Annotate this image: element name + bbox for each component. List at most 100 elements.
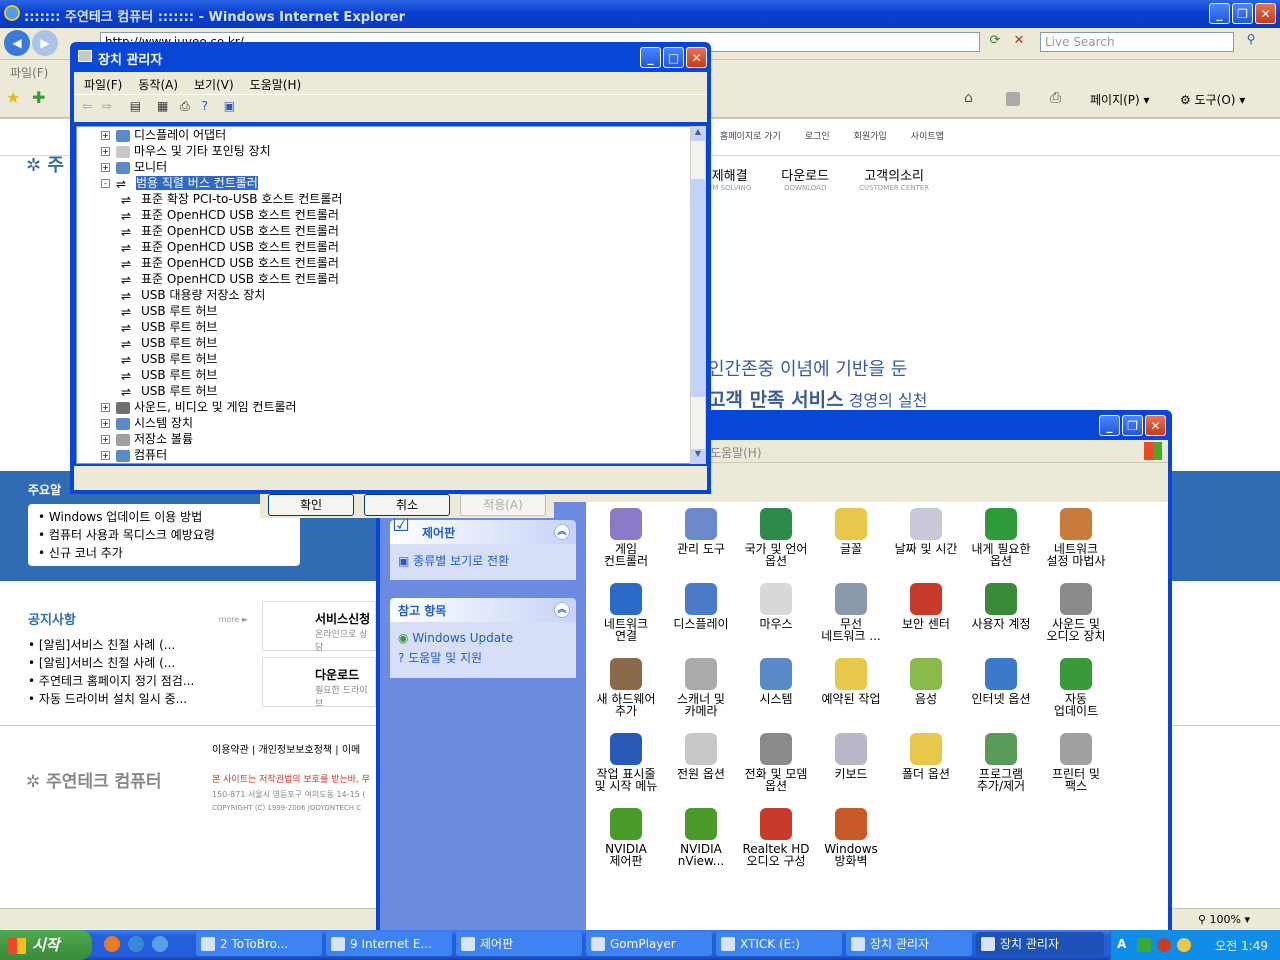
cp-item[interactable]: 디스플레이 [663, 583, 739, 630]
add-favorite-icon[interactable]: ✚ [32, 88, 45, 107]
start-button[interactable]: 시작 [0, 930, 92, 960]
cp-item[interactable]: 전화 및 모뎀 옵션 [738, 733, 814, 792]
cp-minimize-button[interactable]: _ [1099, 415, 1120, 436]
cp-item[interactable]: 전원 옵션 [663, 733, 739, 780]
taskbar-button[interactable]: 제어판 [456, 932, 582, 956]
tools-menu[interactable]: ⚙ 도구(O) ▾ [1180, 91, 1245, 108]
expand-toggle-icon[interactable]: - [101, 179, 110, 188]
cp-item[interactable]: NVIDIA nView... [663, 808, 739, 867]
taskbar-button[interactable]: 장치 관리자 [976, 932, 1104, 956]
cp-item[interactable]: 사용자 계정 [963, 583, 1039, 630]
expand-toggle-icon[interactable]: + [101, 147, 110, 156]
device-tree-item[interactable]: ⇌ USB 루트 허브 [101, 335, 690, 351]
print-icon[interactable]: ⎙ [1050, 90, 1061, 106]
cancel-button[interactable]: 취소 [364, 494, 450, 516]
taskbar-button[interactable]: GomPlayer [586, 932, 712, 956]
collapse-icon[interactable]: ︽ [554, 602, 570, 618]
expand-toggle-icon[interactable]: + [101, 163, 110, 172]
dm-menu-action[interactable]: 동작(A) [138, 78, 178, 92]
device-tree-item[interactable]: +키보드 [101, 463, 690, 464]
ie-title-bar[interactable]: ::::::: 주연테크 컴퓨터 ::::::: - Windows Inter… [0, 0, 1280, 28]
cp-item[interactable]: 글꼴 [813, 508, 889, 555]
taskbar-button[interactable]: 9 Internet E... [326, 932, 452, 956]
cp-item[interactable]: 내게 필요한 옵션 [963, 508, 1039, 567]
cp-item[interactable]: 키보드 [813, 733, 889, 780]
windows-update-link[interactable]: ◉ Windows Update [398, 628, 568, 648]
tree-view-icon[interactable]: ▤ [130, 99, 141, 113]
ie-quicklaunch-icon[interactable] [128, 936, 144, 952]
taskbar-button[interactable]: 장치 관리자 [846, 932, 972, 956]
dm-menu-file[interactable]: 파일(F) [84, 78, 122, 92]
search-input[interactable]: Live Search [1040, 32, 1234, 52]
expand-toggle-icon[interactable]: + [101, 419, 110, 428]
forward-icon[interactable]: ▶ [32, 30, 58, 56]
security-tray-icon[interactable] [1157, 938, 1171, 952]
device-tree-item[interactable]: + 마우스 및 기타 포인팅 장치 [101, 143, 690, 159]
device-tree-item[interactable]: ⇌ USB 루트 허브 [101, 319, 690, 335]
printer-icon[interactable]: ⎙ [180, 99, 190, 113]
cp-item[interactable]: 예약된 작업 [813, 658, 889, 705]
cp-item[interactable]: 네트워크 연결 [588, 583, 664, 642]
expand-toggle-icon[interactable]: + [101, 435, 110, 444]
back-icon[interactable]: ◀ [4, 30, 30, 56]
dm-minimize-button[interactable]: _ [640, 47, 661, 68]
cp-item[interactable]: 게임 컨트롤러 [588, 508, 664, 567]
device-tree-item[interactable]: ⇌ USB 대용량 저장소 장치 [101, 287, 690, 303]
cp-close-button[interactable]: ✕ [1145, 415, 1166, 436]
language-indicator[interactable]: A [1117, 937, 1126, 951]
taskbar-button[interactable]: 2 ToToBro... [196, 932, 322, 956]
taskbar-button[interactable]: XTICK (E:) [716, 932, 842, 956]
expand-toggle-icon[interactable]: + [101, 451, 110, 460]
firefox-quicklaunch-icon[interactable] [104, 936, 120, 952]
cp-item[interactable]: 마우스 [738, 583, 814, 630]
back-arrow-icon[interactable]: ⇦ [82, 99, 92, 113]
device-tree-item[interactable]: ⇌ 표준 OpenHCD USB 호스트 컨트롤러 [101, 207, 690, 223]
collapse-icon[interactable]: ︽ [554, 524, 570, 540]
device-tree-item[interactable]: - ⇌ 범용 직렬 버스 컨트롤러 [101, 175, 690, 191]
menu-file[interactable]: 파일(F) [10, 64, 48, 81]
cp-item[interactable]: 자동 업데이트 [1038, 658, 1114, 717]
device-tree-item[interactable]: ⇌ USB 루트 허브 [101, 351, 690, 367]
network-tray-icon[interactable] [1137, 938, 1151, 952]
cp-item[interactable]: 국가 및 언어 옵션 [738, 508, 814, 567]
device-tree-item[interactable]: + 디스플레이 어댑터 [101, 127, 690, 143]
apply-button[interactable]: 적용(A) [460, 494, 546, 516]
service-apply-banner[interactable]: 서비스신청 온라인으로 상담 [262, 601, 376, 653]
device-tree-item[interactable]: ⇌ 표준 OpenHCD USB 호스트 컨트롤러 [101, 255, 690, 271]
restore-button[interactable]: ❐ [1232, 3, 1253, 24]
home-icon[interactable]: ⌂ [964, 90, 973, 106]
switch-view-link[interactable]: ▣ 종류별 보기로 전환 [390, 544, 576, 580]
device-tree-item[interactable]: ⇌ USB 루트 허브 [101, 367, 690, 383]
scroll-thumb[interactable] [691, 179, 705, 397]
forward-arrow-icon[interactable]: ⇨ [102, 99, 112, 113]
cp-item[interactable]: 네트워크 설정 마법사 [1038, 508, 1114, 567]
cp-item[interactable]: 프린터 및 팩스 [1038, 733, 1114, 792]
feeds-icon[interactable] [1006, 92, 1020, 106]
device-tree-item[interactable]: ⇌ 표준 OpenHCD USB 호스트 컨트롤러 [101, 223, 690, 239]
download-banner[interactable]: 다운로드 필요한 드라이브 [262, 657, 376, 709]
cp-restore-button[interactable]: ❐ [1122, 415, 1143, 436]
device-tree-item[interactable]: ⇌ USB 루트 허브 [101, 383, 690, 399]
device-tree-item[interactable]: + 저장소 볼륨 [101, 431, 690, 447]
cp-help-menu[interactable]: 도움말(H) [710, 444, 762, 461]
properties-icon[interactable]: ▦ [157, 99, 168, 113]
cp-item[interactable]: 프로그램 추가/제거 [963, 733, 1039, 792]
dm-close-button[interactable]: ✕ [686, 47, 707, 68]
zoom-level[interactable]: ⚲ 100% ▾ [1198, 913, 1250, 926]
cp-item[interactable]: 인터넷 옵션 [963, 658, 1039, 705]
cp-item[interactable]: NVIDIA 제어판 [588, 808, 664, 867]
expand-toggle-icon[interactable]: + [101, 131, 110, 140]
update-tray-icon[interactable] [1177, 938, 1191, 952]
help-icon[interactable]: ? [202, 99, 208, 113]
device-tree-item[interactable]: ⇌ USB 루트 허브 [101, 303, 690, 319]
device-tree-item[interactable]: + 사운드, 비디오 및 게임 컨트롤러 [101, 399, 690, 415]
dm-menu-help[interactable]: 도움말(H) [250, 78, 302, 92]
help-support-link[interactable]: ? 도움말 및 지원 [398, 648, 568, 668]
dm-menu-view[interactable]: 보기(V) [194, 78, 234, 92]
cp-item[interactable]: 사운드 및 오디오 장치 [1038, 583, 1114, 642]
cp-item[interactable]: 날짜 및 시간 [888, 508, 964, 555]
device-tree-item[interactable]: + 시스템 장치 [101, 415, 690, 431]
minimize-button[interactable]: _ [1209, 3, 1230, 24]
see-also-header[interactable]: 참고 항목 ︽ [390, 598, 576, 622]
cp-item[interactable]: 보안 센터 [888, 583, 964, 630]
